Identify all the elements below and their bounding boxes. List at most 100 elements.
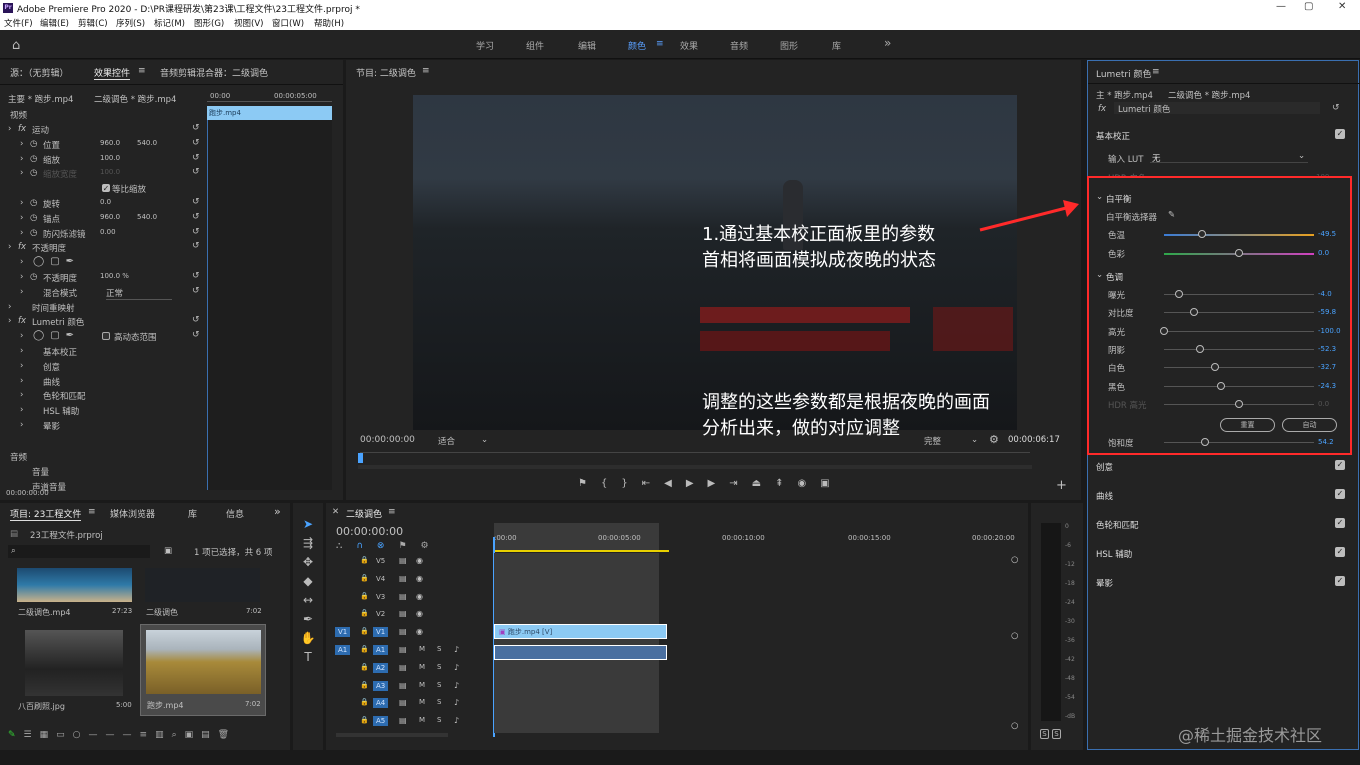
tab-source[interactable]: 源：（无剪辑） [10, 66, 69, 79]
slider-value[interactable]: -24.3 [1318, 382, 1336, 390]
stopwatch-icon[interactable]: ◷ [30, 154, 37, 164]
slider-track[interactable] [1164, 330, 1314, 332]
lumetri-section-checkbox[interactable]: ✓ [1335, 489, 1345, 499]
timeline-settings-icon[interactable]: ⚙ [421, 541, 443, 551]
row-expander-icon[interactable]: › [20, 139, 23, 149]
menu-help[interactable]: 帮助(H) [314, 17, 344, 29]
program-timecode[interactable]: 00:00:00:00 [360, 435, 415, 445]
mute-icon[interactable]: M [419, 645, 425, 653]
mute-icon[interactable]: M [419, 663, 425, 671]
workspace-assembly[interactable]: 组件 [526, 39, 544, 52]
linked-select-icon[interactable]: ⊗ [377, 541, 399, 551]
trash-icon[interactable]: 🗑 [218, 730, 237, 740]
slider-knob[interactable] [1235, 399, 1243, 408]
lock-icon[interactable]: 🔒 [360, 627, 369, 635]
add-marker-tl-icon[interactable]: ⚑ [398, 541, 420, 551]
playhead-icon[interactable] [358, 453, 363, 463]
lumetri-reset-icon[interactable]: ↺ [1332, 103, 1340, 113]
go-to-in-icon[interactable]: ⇤ [642, 478, 664, 489]
slider-knob[interactable] [1235, 248, 1243, 257]
menu-graphics[interactable]: 图形(G) [194, 17, 224, 29]
row-expander-icon[interactable]: › [8, 124, 11, 134]
hdr-checkbox[interactable] [102, 332, 110, 341]
solo-icon[interactable]: S [437, 716, 441, 724]
fx-toggle-icon[interactable]: fx [18, 242, 26, 252]
row-expander-icon[interactable]: › [20, 420, 23, 430]
write-lock-icon[interactable]: ✎ [8, 730, 24, 740]
track-label-a4[interactable]: A4 [373, 698, 389, 709]
effect-volume[interactable]: 音量 [32, 466, 49, 478]
reset-icon[interactable]: ↺ [192, 123, 200, 133]
sync-lock-icon[interactable]: ▤ [399, 663, 407, 672]
fx-toggle-icon[interactable]: fx [18, 316, 26, 326]
timeline-close-icon[interactable]: ✕ [332, 507, 339, 517]
menu-marker[interactable]: 标记(M) [154, 17, 185, 29]
stopwatch-icon[interactable]: ◷ [30, 272, 37, 282]
lock-icon[interactable]: 🔒 [360, 592, 369, 600]
track-label-a1[interactable]: A1 [373, 645, 389, 655]
stopwatch-icon[interactable]: ◷ [30, 213, 37, 223]
saturation-knob[interactable] [1200, 438, 1209, 446]
basic-correction-header[interactable]: 基本校正 [1096, 130, 1130, 142]
mic-icon[interactable]: ♪ [454, 716, 459, 725]
menu-view[interactable]: 视图(V) [234, 17, 263, 29]
new-bin-icon[interactable]: ▣ [164, 546, 172, 556]
uniform-scale-checkbox[interactable]: ✓ [102, 184, 110, 193]
reset-icon[interactable]: ↺ [192, 330, 200, 340]
reset-icon[interactable]: ↺ [192, 227, 200, 237]
slider-track[interactable] [1164, 348, 1314, 350]
row-expander-icon[interactable]: › [20, 154, 23, 164]
tone-chevron-icon[interactable]: ⌄ [1096, 270, 1103, 280]
timeline-timecode[interactable]: 00:00:00:00 [336, 525, 403, 538]
freeform-view-icon[interactable]: ▭ [56, 730, 73, 740]
timeline-title[interactable]: 二级调色 [346, 507, 382, 520]
slider-value[interactable]: -32.7 [1318, 363, 1336, 371]
zoom-slider-icon[interactable]: ○——— [73, 730, 140, 740]
thumb-run-mp4-selected[interactable]: 跑步.mp4 7:02 [140, 624, 266, 716]
tab-info[interactable]: 信息 [226, 507, 244, 520]
saturation-value[interactable]: 54.2 [1318, 438, 1334, 446]
workspace-more-icon[interactable]: » [884, 36, 891, 50]
reset-icon[interactable]: ↺ [192, 138, 200, 148]
workspace-graphics[interactable]: 图形 [780, 39, 798, 52]
lumetri-section-checkbox[interactable]: ✓ [1335, 460, 1345, 470]
stopwatch-icon[interactable]: ◷ [30, 228, 37, 238]
sync-lock-icon[interactable]: ▤ [399, 592, 407, 601]
eye-icon[interactable]: ◉ [416, 574, 423, 583]
lumetri-effect-select[interactable]: Lumetri 颜色 [1114, 102, 1320, 115]
workspace-color[interactable]: 颜色 [628, 39, 646, 52]
lock-icon[interactable]: 🔒 [360, 574, 369, 582]
slider-knob[interactable] [1196, 344, 1204, 353]
go-to-out-icon[interactable]: ⇥ [729, 478, 751, 489]
export-frame-icon[interactable]: ◉ [797, 478, 820, 489]
saturation-track[interactable] [1164, 442, 1314, 443]
clip-a1[interactable] [494, 645, 667, 660]
row-expander-icon[interactable]: › [20, 287, 23, 297]
item-name-2[interactable]: 二级调色 [146, 607, 178, 618]
tone-header[interactable]: 色调 [1106, 271, 1123, 283]
eye-icon[interactable]: ◉ [416, 556, 423, 565]
new-item-icon[interactable]: ▤ [201, 730, 218, 740]
row-expander-icon[interactable]: › [8, 302, 11, 312]
eye-icon[interactable]: ◉ [416, 592, 423, 601]
auto-button[interactable]: 自动 [1282, 418, 1337, 432]
sync-lock-icon[interactable]: ▤ [399, 556, 407, 565]
clip-v1[interactable]: ▣ 跑步.mp4 [V] [494, 624, 667, 639]
slider-value[interactable]: -59.8 [1318, 308, 1336, 316]
project-search-input[interactable]: ⌕ [8, 545, 150, 558]
timeline-ruler[interactable]: :00:00 00:00:05:00 00:00:10:00 00:00:15:… [493, 523, 1015, 737]
row-expander-icon[interactable]: › [20, 390, 23, 400]
zoom-scrollbar[interactable] [358, 465, 1032, 469]
reset-icon[interactable]: ↺ [192, 167, 200, 177]
track-label-v4[interactable]: V4 [373, 574, 388, 584]
lumetri-section-header[interactable]: 创意 [1096, 461, 1113, 473]
track-label-v1[interactable]: V1 [373, 627, 389, 638]
lock-icon[interactable]: 🔒 [360, 681, 369, 689]
compare-icon[interactable]: ▣ [820, 478, 843, 489]
workspace-learn[interactable]: 学习 [476, 39, 494, 52]
eyedropper-icon[interactable]: ✎ [1168, 210, 1175, 220]
minimize-button[interactable]: — [1276, 1, 1286, 12]
mark-out-icon[interactable]: } [621, 478, 641, 489]
menu-file[interactable]: 文件(F) [4, 17, 33, 29]
reset-icon[interactable]: ↺ [192, 241, 200, 251]
